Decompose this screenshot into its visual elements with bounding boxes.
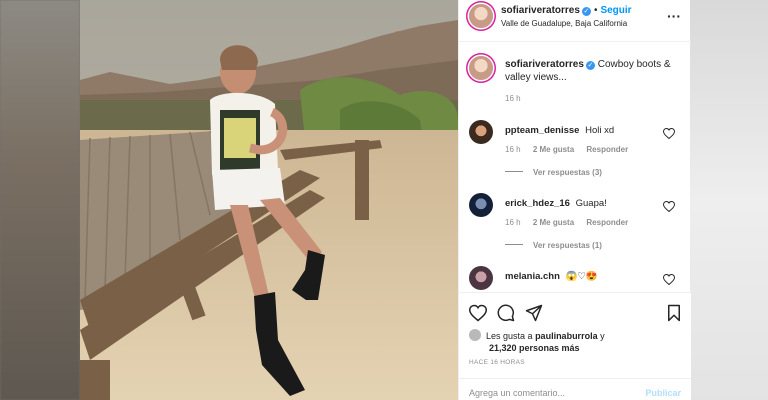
like-heart-icon[interactable] bbox=[469, 304, 487, 322]
comment-likes[interactable]: 2 Me gusta bbox=[533, 145, 574, 154]
publish-button[interactable]: Publicar bbox=[645, 388, 681, 398]
caption-avatar[interactable] bbox=[469, 56, 493, 80]
likes-others[interactable]: 21,320 personas más bbox=[489, 343, 580, 353]
post-timestamp[interactable]: HACE 16 HORAS bbox=[469, 359, 525, 366]
separator-dot: • bbox=[593, 5, 598, 16]
author-avatar[interactable] bbox=[469, 4, 493, 28]
add-comment-bar: Agrega un comentario... Publicar bbox=[459, 378, 691, 400]
like-comment-heart-icon[interactable] bbox=[663, 201, 675, 212]
comment-text: Guapa! bbox=[575, 198, 607, 209]
comment-meta: 16 h 2 Me gusta Responder bbox=[505, 218, 638, 227]
post-sidebar: sofiariveratorres ✓ • Seguir Valle de Guada… bbox=[458, 0, 691, 400]
post-header: sofiariveratorres ✓ • Seguir Valle de Guada… bbox=[459, 0, 691, 42]
caption-time: 16 h bbox=[505, 94, 521, 103]
comment-text-line: erick_hdez_16 Guapa! bbox=[505, 198, 607, 209]
comment-username[interactable]: ppteam_denisse bbox=[505, 125, 579, 136]
background-right bbox=[690, 0, 768, 400]
like-comment-heart-icon[interactable] bbox=[663, 128, 675, 139]
comment-text-line: melania.chn 😱♡😍 bbox=[505, 271, 598, 282]
background-left bbox=[0, 0, 80, 400]
comment-avatar[interactable] bbox=[469, 120, 493, 144]
likes-and: y bbox=[600, 331, 605, 341]
view-replies-label: Ver respuestas (1) bbox=[533, 241, 602, 250]
verified-badge-icon: ✓ bbox=[581, 7, 591, 16]
caption-text-line: sofiariveratorres ✓ Cowboy boots & valley… bbox=[505, 58, 685, 84]
comment-bubble-icon[interactable] bbox=[497, 304, 515, 322]
post-actions: Les gusta a paulinaburrola y 21,320 pers… bbox=[459, 292, 691, 378]
comment-meta: 16 h 2 Me gusta Responder bbox=[505, 145, 638, 154]
reply-button[interactable]: Responder bbox=[586, 145, 628, 154]
comment-text-line: ppteam_denisse Holi xd bbox=[505, 125, 614, 136]
caption-username[interactable]: sofiariveratorres bbox=[505, 59, 584, 70]
photo-illustration bbox=[80, 0, 458, 400]
view-replies-button[interactable]: Ver respuestas (3) bbox=[505, 168, 602, 177]
view-replies-button[interactable]: Ver respuestas (1) bbox=[505, 241, 602, 250]
comment-text: Holi xd bbox=[585, 125, 615, 136]
header-user-line: sofiariveratorres ✓ • Seguir bbox=[501, 5, 632, 16]
post-photo[interactable] bbox=[80, 0, 458, 400]
liked-by-user[interactable]: paulinaburrola bbox=[535, 331, 598, 341]
reply-button[interactable]: Responder bbox=[586, 218, 628, 227]
comment-text: 😱♡😍 bbox=[565, 271, 598, 282]
comment-avatar[interactable] bbox=[469, 193, 493, 217]
like-comment-heart-icon[interactable] bbox=[663, 274, 675, 285]
liker-avatar[interactable] bbox=[469, 329, 481, 341]
comment-item: erick_hdez_16 Guapa! 16 h 2 Me gusta Res… bbox=[459, 193, 691, 253]
replies-line bbox=[505, 244, 523, 245]
save-bookmark-icon[interactable] bbox=[665, 304, 683, 322]
post-location[interactable]: Valle de Guadalupe, Baja California bbox=[501, 19, 627, 28]
follow-button[interactable]: Seguir bbox=[600, 5, 631, 16]
likes-summary: Les gusta a paulinaburrola y 21,320 pers… bbox=[469, 329, 679, 354]
comment-likes[interactable]: 2 Me gusta bbox=[533, 218, 574, 227]
comment-username[interactable]: erick_hdez_16 bbox=[505, 198, 570, 209]
comment-item: ppteam_denisse Holi xd 16 h 2 Me gusta R… bbox=[459, 120, 691, 180]
replies-line bbox=[505, 171, 523, 172]
verified-badge-icon: ✓ bbox=[585, 61, 595, 70]
likes-prefix: Les gusta a bbox=[486, 331, 533, 341]
share-direct-icon[interactable] bbox=[525, 304, 543, 322]
author-username[interactable]: sofiariveratorres bbox=[501, 5, 580, 16]
comment-item: melania.chn 😱♡😍 bbox=[459, 266, 691, 292]
comment-input[interactable]: Agrega un comentario... bbox=[469, 388, 565, 398]
view-replies-label: Ver respuestas (3) bbox=[533, 168, 602, 177]
more-options-icon[interactable]: ··· bbox=[667, 8, 681, 24]
comment-time: 16 h bbox=[505, 218, 521, 227]
comment-time: 16 h bbox=[505, 145, 521, 154]
comment-username[interactable]: melania.chn bbox=[505, 271, 560, 282]
comment-avatar[interactable] bbox=[469, 266, 493, 290]
